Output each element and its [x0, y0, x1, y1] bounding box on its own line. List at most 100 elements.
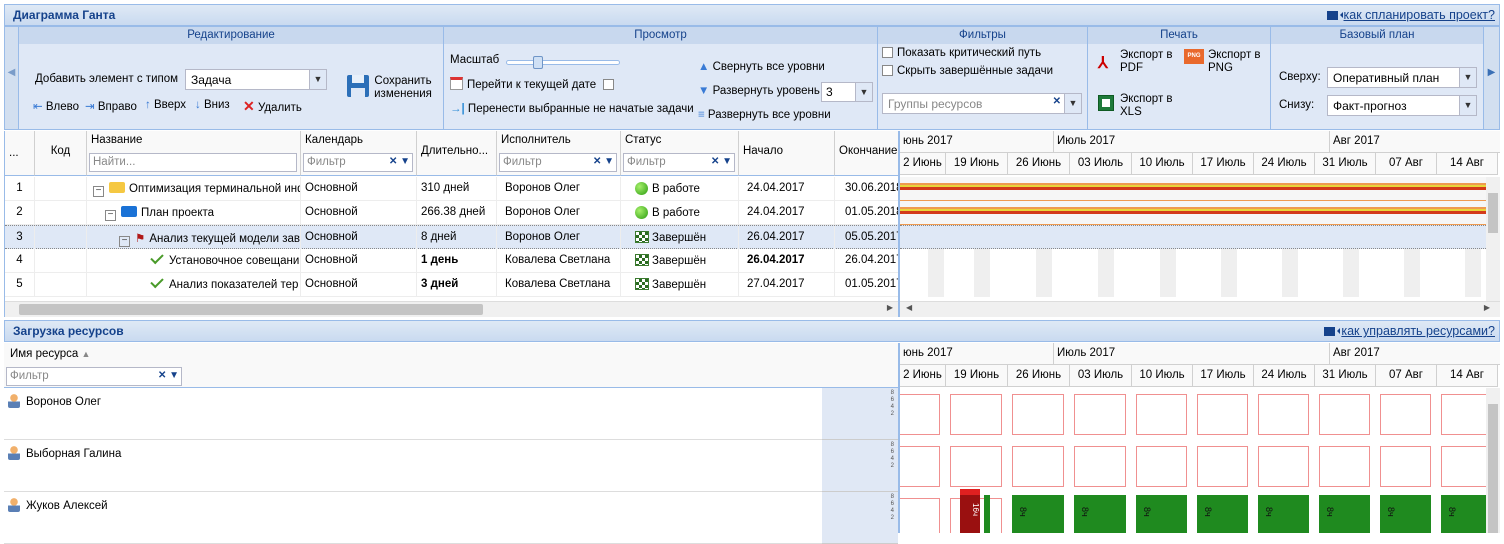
resource-groups-select[interactable]: Группы ресурсов ✕ ▼: [882, 93, 1082, 114]
expand-level-select[interactable]: 3 ▼: [821, 82, 873, 102]
save-icon[interactable]: [347, 75, 369, 97]
filter-clear-icon[interactable]: ✕ ▼: [389, 156, 410, 167]
col-header-menu[interactable]: ...: [5, 131, 35, 176]
expand-level-button[interactable]: ▼ Развернуть уровень: [698, 85, 820, 97]
load-bar[interactable]: 8ч: [1012, 495, 1064, 533]
collapse-node-icon[interactable]: −: [105, 210, 116, 221]
move-down-button[interactable]: ↓ Вниз: [195, 99, 230, 111]
col-header-duration[interactable]: Длительно...: [417, 131, 497, 176]
status-filter-input[interactable]: Фильтр ✕ ▼: [623, 153, 735, 172]
row-name[interactable]: Установочное совещани: [87, 249, 301, 273]
gantt-help-text[interactable]: как спланировать проект?: [1344, 8, 1496, 22]
scrollbar-thumb[interactable]: [1488, 404, 1498, 533]
timeline-horizontal-scrollbar[interactable]: ◀ ▶: [900, 301, 1500, 317]
table-row-selected[interactable]: 3 − ⚑ Анализ текущей модели зав Основной 8…: [5, 225, 898, 250]
slider-thumb[interactable]: [533, 56, 543, 69]
col-header-resource[interactable]: Имя ресурса ▲: [10, 348, 90, 360]
chevron-down-icon[interactable]: ▼: [309, 70, 326, 89]
table-row[interactable]: 2 − План проекта Основной 266.38 дней Вор…: [5, 201, 898, 225]
hide-done-checkbox[interactable]: [882, 65, 893, 76]
collapse-node-icon[interactable]: −: [119, 236, 130, 247]
row-name[interactable]: − ⚑ Анализ текущей модели зав: [87, 226, 301, 250]
load-bar[interactable]: 8ч: [1441, 495, 1492, 533]
resource-filter-input[interactable]: Фильтр ✕ ▼: [6, 367, 182, 386]
resource-vertical-scrollbar[interactable]: [1486, 388, 1500, 533]
move-up-button[interactable]: ↑ Вверх: [145, 99, 186, 111]
calendar-filter-input[interactable]: Фильтр ✕ ▼: [303, 153, 413, 172]
row-end: 30.06.2018: [835, 177, 898, 201]
collapse-node-icon[interactable]: −: [93, 186, 104, 197]
element-type-select[interactable]: Задача ▼: [185, 69, 327, 90]
ribbon-scroll-right[interactable]: ▶: [1483, 27, 1499, 129]
grid-horizontal-scrollbar[interactable]: ▶: [5, 301, 898, 317]
filter-clear-icon[interactable]: ✕ ▼: [593, 156, 614, 167]
gantt-bar-plan[interactable]: [900, 201, 1500, 225]
gantt-bar-project[interactable]: [900, 177, 1500, 201]
name-search-input[interactable]: Найти...: [89, 153, 297, 172]
load-bar[interactable]: 8ч: [1319, 495, 1370, 533]
export-xls-button[interactable]: Экспорт в XLS: [1120, 93, 1178, 119]
load-bar[interactable]: 8ч: [1380, 495, 1431, 533]
col-header-end[interactable]: Окончание: [835, 131, 898, 176]
timeline-vertical-scrollbar[interactable]: [1486, 177, 1500, 301]
load-bar[interactable]: 8ч: [1197, 495, 1248, 533]
resource-row[interactable]: Воронов Олег: [4, 388, 822, 440]
scroll-right-arrow[interactable]: ▶: [1484, 303, 1490, 312]
hide-done-toggle[interactable]: Скрыть завершённые задачи: [882, 65, 1053, 77]
scrollbar-thumb[interactable]: [19, 304, 483, 315]
critical-path-toggle[interactable]: Показать критический путь: [882, 47, 1041, 59]
chevron-down-icon[interactable]: ▼: [855, 83, 872, 101]
goto-today-checkbox[interactable]: [603, 79, 615, 90]
save-button[interactable]: Сохранить изменения: [373, 75, 433, 101]
clear-x-icon[interactable]: ✕: [1053, 96, 1061, 107]
move-left-button[interactable]: ⇤ Влево: [33, 99, 79, 113]
chevron-down-icon[interactable]: ▼: [1064, 94, 1081, 113]
delete-button[interactable]: ✕ Удалить: [243, 98, 302, 115]
baseline-bottom-select[interactable]: Факт-прогноз ▼: [1327, 95, 1477, 116]
folder-blue-icon: [121, 206, 137, 217]
chevron-down-icon[interactable]: ▼: [1459, 68, 1476, 87]
baseline-top-select[interactable]: Оперативный план ▼: [1327, 67, 1477, 88]
load-bar[interactable]: 8ч: [1258, 495, 1309, 533]
ribbon-scroll-left[interactable]: ◀: [5, 27, 19, 129]
col-header-start[interactable]: Начало: [739, 131, 835, 176]
export-pdf-button[interactable]: Экспорт в PDF: [1120, 49, 1178, 75]
table-row[interactable]: 1 − Оптимизация терминальной инфр Основно…: [5, 177, 898, 201]
col-header-code[interactable]: Код: [35, 131, 87, 176]
scale-slider[interactable]: [506, 56, 620, 69]
gantt-help-link[interactable]: как спланировать проект?: [1326, 8, 1496, 22]
export-png-button[interactable]: Экспорт в PNG: [1208, 49, 1266, 75]
resources-help-text[interactable]: как управлять ресурсами?: [1341, 324, 1495, 338]
table-row[interactable]: 5 Анализ показателей тер Основной 3 дней…: [5, 273, 898, 297]
load-bar[interactable]: 8ч: [1074, 495, 1126, 533]
move-right-button[interactable]: ⇥ Вправо: [85, 99, 137, 113]
critical-path-checkbox[interactable]: [882, 47, 893, 58]
scroll-right-arrow[interactable]: ▶: [887, 303, 893, 312]
goto-today-button[interactable]: Перейти к текущей дате: [450, 77, 615, 91]
load-bar-overload[interactable]: 16ч: [960, 489, 980, 533]
col-header-assignee[interactable]: Исполнитель Фильтр ✕ ▼: [497, 131, 621, 176]
filter-clear-icon[interactable]: ✕ ▼: [158, 370, 179, 381]
row-name[interactable]: Анализ показателей тер: [87, 273, 301, 297]
scroll-left-arrow[interactable]: ◀: [906, 303, 912, 312]
row-name[interactable]: − План проекта: [87, 201, 301, 225]
row-name[interactable]: − Оптимизация терминальной инфр: [87, 177, 301, 201]
move-selected-button[interactable]: →| Перенести выбранные не начатые задачи: [450, 103, 694, 115]
col-header-name[interactable]: Название Найти...: [87, 131, 301, 176]
resources-help-link[interactable]: как управлять ресурсами?: [1324, 324, 1495, 338]
week-header: 31 Июль: [1315, 153, 1376, 175]
filter-clear-icon[interactable]: ✕ ▼: [711, 156, 732, 167]
resource-row[interactable]: Жуков Алексей: [4, 492, 822, 544]
assignee-filter-input[interactable]: Фильтр ✕ ▼: [499, 153, 617, 172]
collapse-all-button[interactable]: ▲ Свернуть все уровни: [698, 61, 825, 73]
expand-all-button[interactable]: ≡ Развернуть все уровни: [698, 109, 831, 121]
table-row[interactable]: 4 Установочное совещани Основной 1 день …: [5, 249, 898, 273]
scrollbar-thumb[interactable]: [1488, 193, 1498, 233]
resource-row[interactable]: Выборная Галина: [4, 440, 822, 492]
load-bar[interactable]: 8ч: [1136, 495, 1187, 533]
col-header-calendar[interactable]: Календарь Фильтр ✕ ▼: [301, 131, 417, 176]
load-week-box: [1380, 394, 1431, 435]
col-header-status[interactable]: Статус Фильтр ✕ ▼: [621, 131, 739, 176]
chevron-down-icon[interactable]: ▼: [1459, 96, 1476, 115]
load-bar[interactable]: [984, 495, 990, 533]
